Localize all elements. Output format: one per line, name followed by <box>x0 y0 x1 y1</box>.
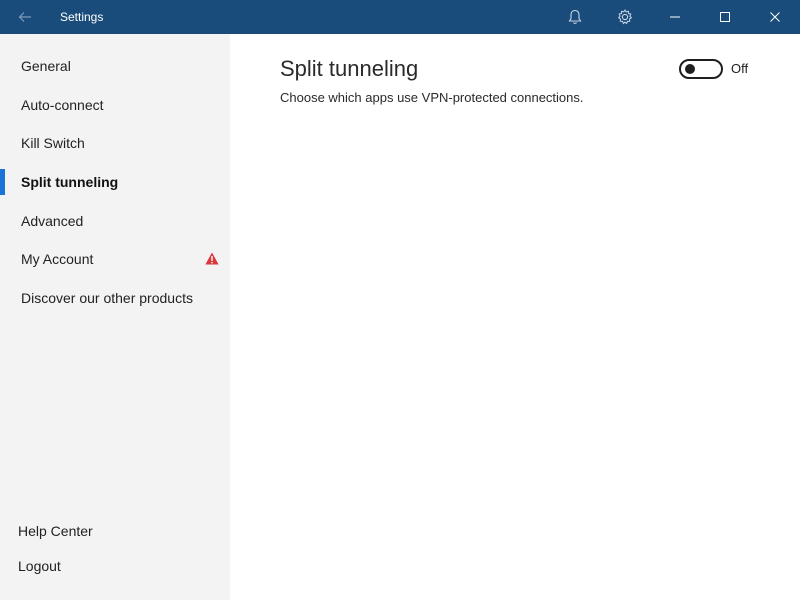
notifications-button[interactable] <box>555 0 595 34</box>
help-center-label: Help Center <box>18 523 93 539</box>
logout-link[interactable]: Logout <box>0 553 230 579</box>
maximize-icon <box>720 12 730 22</box>
maximize-button[interactable] <box>705 0 745 34</box>
split-tunneling-toggle[interactable] <box>679 59 723 79</box>
back-button[interactable] <box>10 0 40 34</box>
help-center-link[interactable]: Help Center <box>0 518 230 544</box>
sidebar-item-my-account[interactable]: My Account <box>0 244 230 274</box>
bell-icon <box>568 9 582 24</box>
minimize-icon <box>670 16 680 18</box>
sidebar-item-label: Split tunneling <box>21 174 119 190</box>
main-panel: Split tunneling Choose which apps use VP… <box>230 34 800 600</box>
sidebar-item-advanced[interactable]: Advanced <box>0 206 230 236</box>
page-title: Split tunneling <box>280 56 419 81</box>
logout-label: Logout <box>18 558 61 574</box>
toggle-knob <box>685 64 695 74</box>
close-button[interactable] <box>755 0 795 34</box>
sidebar-item-label: Kill Switch <box>21 135 85 151</box>
sidebar-item-label: General <box>21 58 71 74</box>
sidebar-item-label: Auto-connect <box>21 97 104 113</box>
title-bar: Settings <box>0 0 800 34</box>
sidebar-item-label: Advanced <box>21 213 84 229</box>
settings-button[interactable] <box>605 0 645 34</box>
sidebar-item-label: Discover our other products <box>21 290 193 306</box>
gear-icon <box>617 9 633 25</box>
toggle-state-label: Off <box>731 61 749 76</box>
sidebar-item-split-tunneling[interactable]: Split tunneling <box>0 167 230 197</box>
window-title: Settings <box>60 10 104 24</box>
sidebar-item-auto-connect[interactable]: Auto-connect <box>0 90 230 120</box>
sidebar-item-label: My Account <box>21 251 94 267</box>
sidebar-item-kill-switch[interactable]: Kill Switch <box>0 128 230 158</box>
back-arrow-icon <box>18 12 31 22</box>
warning-icon <box>205 252 219 265</box>
sidebar: General Auto-connect Kill Switch Split t… <box>0 34 230 600</box>
sidebar-item-general[interactable]: General <box>0 51 230 81</box>
close-icon <box>770 12 780 22</box>
page-description: Choose which apps use VPN-protected conn… <box>280 90 584 105</box>
sidebar-item-discover-products[interactable]: Discover our other products <box>0 283 230 313</box>
minimize-button[interactable] <box>655 0 695 34</box>
